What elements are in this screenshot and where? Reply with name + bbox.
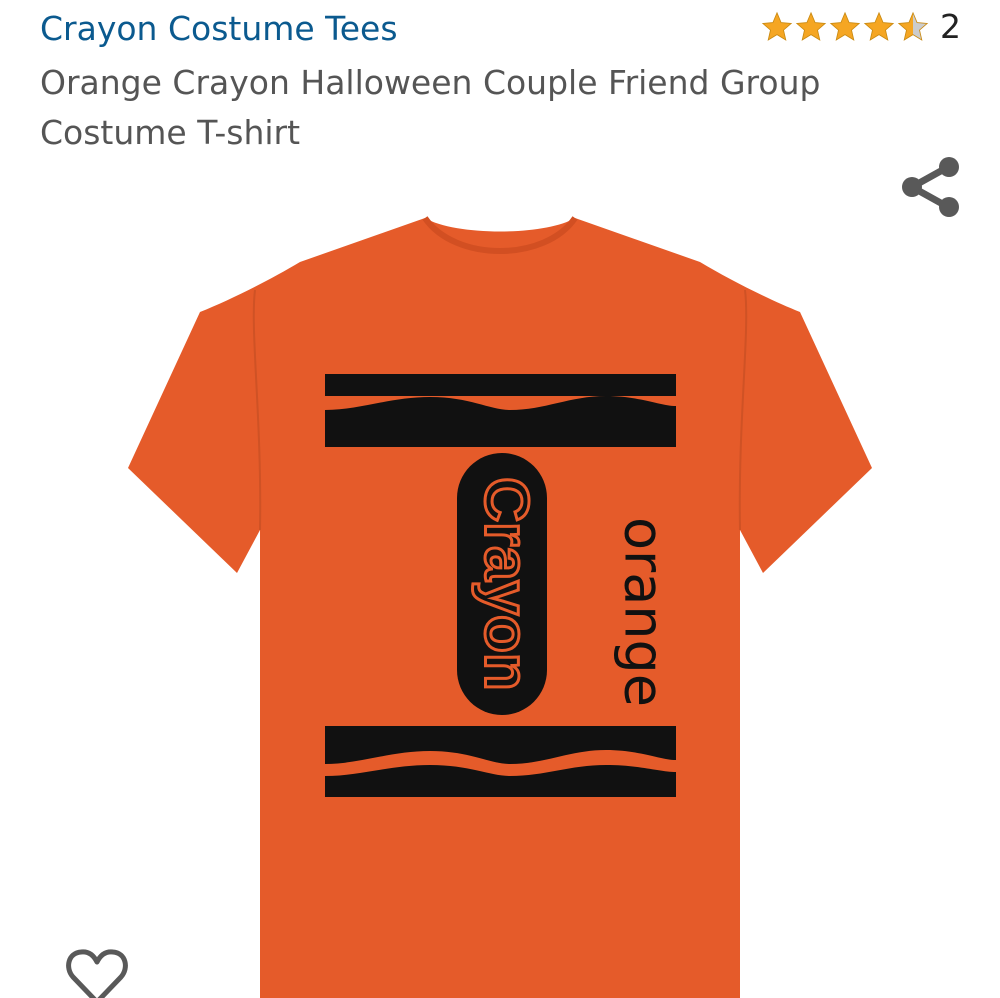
star-icon	[829, 11, 861, 41]
star-icon	[795, 11, 827, 41]
wishlist-button[interactable]	[64, 944, 130, 998]
star-icon	[863, 11, 895, 41]
star-rating[interactable]: 2	[760, 7, 961, 47]
star-icon	[761, 11, 793, 41]
product-image[interactable]: Crayon orange	[120, 205, 880, 998]
brand-link[interactable]: Crayon Costume Tees	[40, 8, 398, 50]
color-name-text: orange	[612, 517, 675, 707]
share-icon	[902, 157, 959, 217]
tshirt-image: Crayon orange	[128, 216, 872, 998]
heart-outline-icon	[66, 949, 128, 998]
share-button[interactable]	[898, 156, 964, 218]
crayon-logo-text: Crayon	[472, 477, 541, 691]
star-icon	[897, 11, 929, 41]
product-title: Orange Crayon Halloween Couple Friend Gr…	[40, 63, 821, 152]
stars-container	[760, 10, 930, 44]
rating-count[interactable]: 2	[940, 7, 961, 47]
